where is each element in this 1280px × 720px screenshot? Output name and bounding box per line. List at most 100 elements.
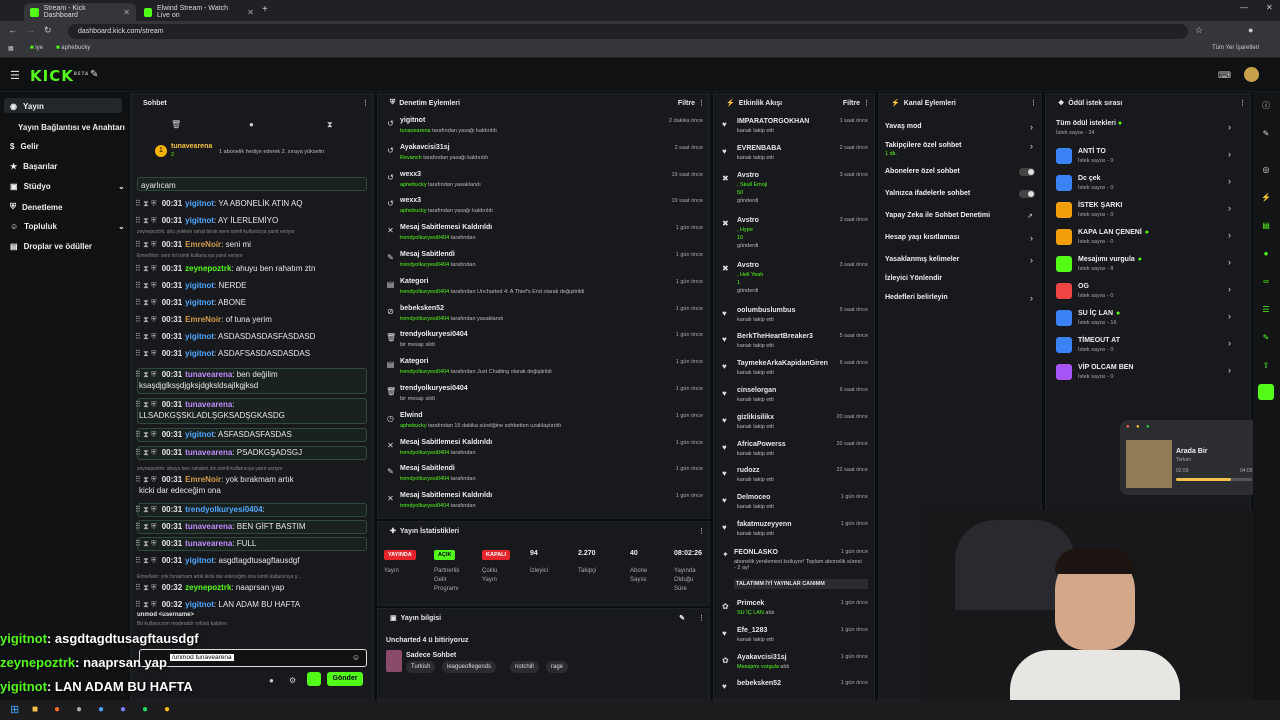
reward-item[interactable]: KAPA LAN ÇENENİ ● İstek sayısı - 0	[1056, 227, 1236, 249]
moderation-row[interactable]: ✎ Mesaj Sabitlendi trendyolkuryesi0404 tar…	[378, 462, 709, 489]
sidebar-item-topluluk[interactable]: ☺ Topluluk ⌄	[10, 222, 125, 231]
channel-action-6[interactable]: Yasaklanmış kelimeler	[885, 256, 959, 263]
more-icon[interactable]: ⋮	[362, 99, 369, 107]
chevron-right-icon[interactable]: ›	[1228, 338, 1231, 348]
keyboard-icon[interactable]: ⌨	[1218, 70, 1231, 81]
toggle-switch[interactable]	[1019, 168, 1035, 176]
chevron-right-icon[interactable]: ›	[1228, 257, 1231, 267]
message-actions-icon[interactable]: ⠿ ⧗ ⛨	[135, 583, 157, 592]
reload-icon[interactable]: ↻	[44, 25, 52, 36]
message-actions-icon[interactable]: ⠿ ⧗ ⛨	[135, 430, 157, 439]
channel-action-3[interactable]: Yalnızca ifadelerle sohbet	[885, 190, 970, 197]
list-icon[interactable]: ☰	[1260, 304, 1272, 316]
wrench-icon[interactable]: ✎	[1260, 332, 1272, 344]
moderation-row[interactable]: ✎ Mesaj Sabitlendi trendyolkuryesi0404 tar…	[378, 248, 709, 275]
more-icon[interactable]: ⋮	[698, 527, 705, 535]
command-suggestion[interactable]: unmod <username>	[137, 612, 194, 618]
chevron-right-icon[interactable]: ›	[1030, 255, 1033, 265]
info-icon[interactable]: ⓘ	[1260, 100, 1272, 112]
filter-button[interactable]: Filtre	[843, 100, 860, 107]
sidebar-item-stream-key[interactable]: Yayın Bağlantısı ve Anahtarı	[18, 123, 125, 132]
message-actions-icon[interactable]: ⠿ ⧗ ⛨	[135, 370, 157, 379]
card-icon[interactable]: ▤	[1260, 220, 1272, 232]
chevron-right-icon[interactable]: ›	[1228, 365, 1231, 375]
reward-item[interactable]: SU İÇ LAN ● İstek sayısı - 16	[1056, 308, 1236, 330]
message-actions-icon[interactable]: ⠿ ⧗ ⛨	[135, 349, 157, 358]
windows-start-icon[interactable]: ⊞	[10, 703, 19, 716]
chevron-right-icon[interactable]: ›	[1030, 293, 1033, 303]
message-actions-icon[interactable]: ⠿ ⧗ ⛨	[135, 240, 157, 249]
channel-action-2[interactable]: Abonelere özel sohbet	[885, 168, 960, 175]
moderation-row[interactable]: ⊘ bebeksken52 trendyolkuryesi0404 tarafınd…	[378, 302, 709, 329]
message-actions-icon[interactable]: ⠿ ⧗ ⛨	[135, 448, 157, 457]
chevron-right-icon[interactable]: ›	[1030, 122, 1033, 132]
message-actions-icon[interactable]: ⠿ ⧗ ⛨	[135, 199, 157, 208]
chevron-right-icon[interactable]: ›	[1228, 122, 1231, 132]
sidebar-item-studyo[interactable]: ▣ Stüdyo ⌄	[10, 182, 125, 191]
message-actions-icon[interactable]: ⠿ ⧗ ⛨	[135, 400, 157, 409]
forward-icon[interactable]: →	[26, 25, 35, 35]
browser-tab[interactable]: Elwind Stream - Watch Live on ✕	[138, 3, 260, 21]
maximize-dot-icon[interactable]: ●	[1146, 424, 1150, 430]
reward-item[interactable]: TİMEOUT AT İstek sayısı - 0	[1056, 335, 1236, 357]
more-icon[interactable]: ⋮	[1030, 99, 1037, 107]
moderation-row[interactable]: ↺ Ayakavcisi31sj Revanch tarafından yasağı…	[378, 141, 709, 168]
chevron-right-icon[interactable]: ›	[1228, 284, 1231, 294]
chevron-right-icon[interactable]: ›	[1228, 230, 1231, 240]
chevron-right-icon[interactable]: ›	[1228, 149, 1231, 159]
message-actions-icon[interactable]: ⠿ ⧗ ⛨	[135, 216, 157, 225]
message-actions-icon[interactable]: ⠿ ⧗ ⛨	[135, 600, 157, 609]
camera-icon[interactable]: ◎	[1260, 164, 1272, 176]
chevron-right-icon[interactable]: ›	[1228, 203, 1231, 213]
external-link-icon[interactable]: ⇗	[1027, 212, 1033, 220]
back-icon[interactable]: ←	[8, 25, 17, 35]
minimize-dot-icon[interactable]: ●	[1136, 424, 1140, 430]
kick-action-icon[interactable]	[307, 672, 321, 686]
edit-icon[interactable]: ✎	[679, 614, 685, 622]
gear-icon[interactable]: ⚙	[289, 676, 296, 685]
sidebar-item-denetleme[interactable]: ⛨ Denetleme	[10, 202, 62, 212]
more-icon[interactable]: ⋮	[863, 99, 870, 107]
avatar[interactable]	[1244, 67, 1259, 82]
message-actions-icon[interactable]: ⠿ ⧗ ⛨	[135, 556, 157, 565]
close-dot-icon[interactable]: ●	[1126, 424, 1130, 430]
message-actions-icon[interactable]: ⠿ ⧗ ⛨	[135, 505, 157, 514]
reward-item[interactable]: VİP OLCAM BEN İstek sayısı - 0	[1056, 362, 1236, 384]
message-actions-icon[interactable]: ⠿ ⧗ ⛨	[135, 475, 157, 484]
moderation-row[interactable]: ◷ Elwind aphebucky tarafından 15 dakika sü…	[378, 409, 709, 436]
minimize-icon[interactable]: —	[1240, 3, 1248, 12]
apps-icon[interactable]: ▦	[8, 45, 14, 52]
close-window-icon[interactable]: ✕	[1266, 3, 1273, 12]
chat-icon[interactable]: ●	[1260, 248, 1272, 260]
bolt-icon[interactable]: ⚡	[1260, 192, 1272, 204]
channel-action-5[interactable]: Hesap yaşı kısıtlaması	[885, 234, 959, 241]
browser-tab-active[interactable]: Stream - Kick Dashboard ✕	[24, 3, 136, 21]
reward-item[interactable]: Mesajımı vurgula ● İstek sayısı - 8	[1056, 254, 1236, 276]
all-bookmarks[interactable]: Tüm Yer İşaretleri	[1212, 45, 1259, 51]
progress-track[interactable]	[1176, 478, 1252, 481]
chat-bubble-icon[interactable]: ●	[249, 120, 254, 129]
toggle-switch[interactable]	[1019, 190, 1035, 198]
moderation-row[interactable]: ▤ Kategori trendyolkuryesi0404 tarafından …	[378, 275, 709, 302]
moderation-row[interactable]: ✕ Mesaj Sabitlemesi Kaldırıldı trendyolkur…	[378, 221, 709, 248]
message-actions-icon[interactable]: ⠿ ⧗ ⛨	[135, 315, 157, 324]
moderation-row[interactable]: ✕ Mesaj Sabitlemesi Kaldırıldı trendyolkur…	[378, 436, 709, 463]
kick-logo[interactable]: KICKBETA	[30, 67, 89, 85]
profile-icon[interactable]: ●	[1248, 25, 1253, 35]
filter-button[interactable]: Filtre	[678, 100, 695, 107]
more-icon[interactable]: ⋮	[1239, 99, 1246, 107]
all-rewards-label[interactable]: Tüm ödül istekleri ●	[1056, 120, 1122, 127]
moderation-row[interactable]: ↺ wexx3 aphebucky tarafından yasaklandı 19 …	[378, 168, 709, 195]
link-icon[interactable]: ∞	[1260, 276, 1272, 288]
close-tab-icon[interactable]: ✕	[123, 8, 130, 17]
firefox-icon[interactable]: ●	[54, 704, 60, 715]
sidebar-item-yayin[interactable]: ◉ Yayın	[10, 102, 44, 111]
sidebar-item-droplar[interactable]: ▤ Droplar ve ödüller	[10, 242, 92, 251]
moderation-row[interactable]: ✕ Mesaj Sabitlemesi Kaldırıldı trendyolkur…	[378, 489, 709, 516]
message-actions-icon[interactable]: ⠿ ⧗ ⛨	[135, 522, 157, 531]
url-field[interactable]: dashboard.kick.com/stream	[68, 24, 1188, 39]
pin-icon[interactable]: ✎	[90, 69, 98, 80]
channel-action-7[interactable]: İzleyici Yönlendir	[885, 275, 942, 282]
reward-item[interactable]: İSTEK ŞARKI İstek sayısı - 0	[1056, 200, 1236, 222]
chevron-right-icon[interactable]: ›	[1030, 233, 1033, 243]
